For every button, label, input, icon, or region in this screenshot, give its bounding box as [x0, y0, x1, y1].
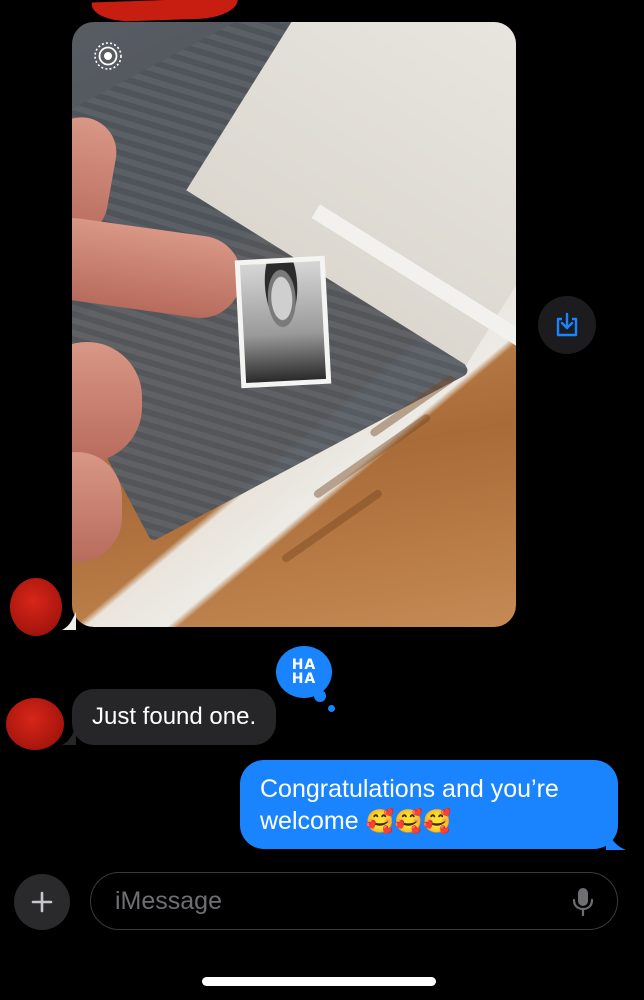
received-message-text: Just found one. — [92, 703, 257, 730]
tapback-line2: HA — [291, 671, 317, 687]
tapback-line1: HA — [291, 657, 317, 673]
photo-message[interactable] — [72, 22, 516, 627]
floor-streak — [280, 488, 384, 564]
photo-booth-print — [234, 255, 332, 389]
sent-message-line1: Congratulations and you’re — [260, 775, 559, 803]
sent-message-line2: welcome 🥰🥰🥰 — [260, 805, 598, 837]
tapback-tail-dot — [314, 690, 326, 702]
avatar[interactable] — [10, 578, 62, 636]
apps-plus-button[interactable] — [14, 874, 70, 930]
tapback-tail-dot — [328, 705, 335, 712]
received-bubble-tail — [62, 727, 76, 745]
avatar[interactable] — [6, 698, 64, 750]
microphone-icon[interactable] — [571, 887, 595, 917]
save-to-photos-icon — [556, 312, 578, 337]
sent-message-word: welcome — [260, 807, 359, 835]
plus-icon — [31, 891, 53, 913]
photo-bubble-tail — [62, 612, 76, 630]
sent-message-bubble[interactable]: Congratulations and you’re welcome 🥰🥰🥰 — [240, 760, 618, 849]
redacted-contact-name — [91, 0, 239, 23]
home-indicator[interactable] — [202, 977, 436, 986]
live-photo-icon[interactable] — [92, 40, 124, 72]
message-input-field[interactable] — [90, 872, 618, 930]
save-to-photos-button[interactable] — [538, 296, 596, 354]
haha-tapback[interactable]: HA HA — [276, 646, 332, 698]
smiling-hearts-emoji: 🥰🥰🥰 — [365, 808, 452, 834]
message-input[interactable] — [113, 885, 547, 917]
sent-bubble-tail — [606, 830, 626, 850]
received-message-bubble[interactable]: Just found one. — [72, 689, 277, 745]
